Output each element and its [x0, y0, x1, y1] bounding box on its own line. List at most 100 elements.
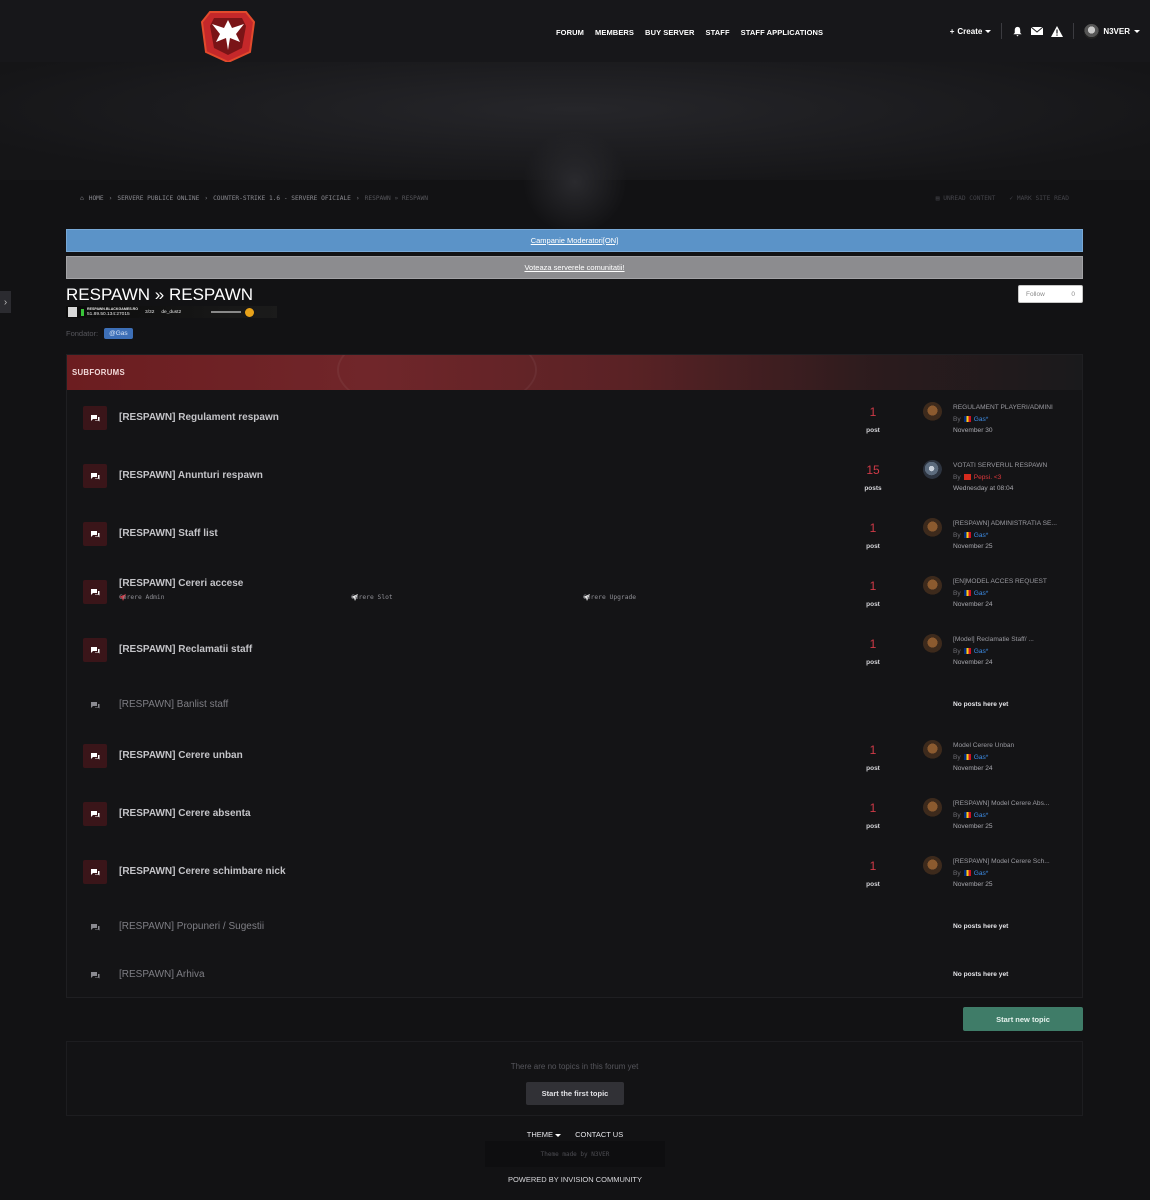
site-logo[interactable]: [196, 6, 260, 64]
mark-site-read-link[interactable]: ✓ MARK SITE READ: [1009, 195, 1069, 202]
avatar[interactable]: [923, 402, 942, 421]
post-count-number: 1: [869, 521, 877, 535]
chat-bubbles-icon[interactable]: [83, 915, 107, 939]
bell-icon[interactable]: [1012, 26, 1023, 37]
child-forum-cerere-upgrade[interactable]: Cerere Upgrade: [583, 594, 636, 601]
chat-bubbles-icon[interactable]: [83, 464, 107, 488]
author-name[interactable]: Gas*: [974, 810, 989, 822]
avatar[interactable]: [923, 518, 942, 537]
fondator-badge[interactable]: @Gas: [104, 328, 133, 339]
author-name[interactable]: Gas*: [974, 646, 989, 658]
last-post-topic[interactable]: [RESPAWN] Model Cerere Sch...: [953, 856, 1073, 868]
last-post-topic[interactable]: [Model] Reclamatie Staff/ ...: [953, 634, 1073, 646]
powered-by[interactable]: POWERED BY INVISION COMMUNITY: [0, 1175, 1150, 1184]
nav-staff-applications[interactable]: STAFF APPLICATIONS: [741, 28, 824, 37]
nav-buy-server[interactable]: BUY SERVER: [645, 28, 695, 37]
author-name[interactable]: Gas*: [974, 588, 989, 600]
chevron-down-icon: [985, 29, 992, 33]
post-count-number: 1: [869, 801, 877, 815]
chevron-right-icon[interactable]: ›: [0, 291, 11, 313]
last-post-topic[interactable]: VOTATI SERVERUL RESPAWN: [953, 460, 1073, 472]
last-post-date: November 24: [953, 601, 993, 608]
nav-forum[interactable]: FORUM: [556, 28, 584, 37]
subforum-title[interactable]: [RESPAWN] Staff list: [119, 528, 218, 539]
subforum-title[interactable]: [RESPAWN] Propuneri / Sugestii: [119, 921, 264, 932]
avatar[interactable]: [923, 634, 942, 653]
subforum-title[interactable]: [RESPAWN] Cereri accese: [119, 578, 243, 589]
chat-bubbles-icon[interactable]: [83, 693, 107, 717]
subforum-title[interactable]: [RESPAWN] Reclamatii staff: [119, 644, 252, 655]
nav-staff[interactable]: STAFF: [706, 28, 730, 37]
subforum-title[interactable]: [RESPAWN] Regulament respawn: [119, 412, 279, 423]
last-post-topic[interactable]: REGULAMENT PLAYERI/ADMINI: [953, 402, 1073, 414]
divider: [1001, 23, 1003, 39]
avatar[interactable]: [923, 856, 942, 875]
chat-bubbles-icon[interactable]: [83, 638, 107, 662]
create-button[interactable]: + Create: [950, 27, 992, 36]
theme-menu[interactable]: THEME: [526, 1130, 562, 1139]
server-status-banner[interactable]: RESPAWN.BLACKGAMES.RO 51.89.50.134:27015 …: [66, 306, 277, 318]
fondator-line: Fondator: @Gas: [66, 328, 133, 339]
user-menu[interactable]: N3VER: [1084, 23, 1140, 39]
subforum-title[interactable]: [RESPAWN] Arhiva: [119, 969, 205, 980]
avatar[interactable]: [923, 576, 942, 595]
home-icon: ⌂: [80, 194, 84, 202]
nav-members[interactable]: MEMBERS: [595, 28, 634, 37]
last-post-topic[interactable]: [RESPAWN] Model Cerere Abs...: [953, 798, 1073, 810]
by-label: By: [953, 589, 961, 597]
theme-label: THEME: [526, 1130, 554, 1139]
subforum-title[interactable]: [RESPAWN] Cerere schimbare nick: [119, 866, 286, 877]
voteaza-serverele-link[interactable]: Voteaza serverele comunitatii!: [524, 263, 624, 272]
chat-bubbles-icon[interactable]: [83, 406, 107, 430]
child-forum-cerere-slot[interactable]: Cerere Slot: [351, 594, 393, 601]
theme-credit: Theme made by N3VER: [485, 1141, 665, 1167]
last-post-topic[interactable]: Model Cerere Unban: [953, 740, 1073, 752]
campanie-moderatori-link[interactable]: Campanie Moderatori[ON]: [531, 236, 619, 245]
last-post-topic[interactable]: [RESPAWN] ADMINISTRATIA SE...: [953, 518, 1073, 530]
start-new-topic-button[interactable]: Start new topic: [963, 1007, 1083, 1031]
subforum-title[interactable]: [RESPAWN] Anunturi respawn: [119, 470, 263, 481]
subforum-title[interactable]: [RESPAWN] Banlist staff: [119, 699, 228, 710]
by-label: By: [953, 647, 961, 655]
chat-bubbles-icon[interactable]: [83, 802, 107, 826]
warning-icon[interactable]: [1051, 25, 1064, 37]
author-name[interactable]: Gas*: [974, 530, 989, 542]
follow-button[interactable]: Follow 0: [1018, 285, 1083, 303]
author-name[interactable]: Gas*: [974, 414, 989, 426]
server-players: 3/32: [145, 309, 155, 315]
last-post-topic[interactable]: [EN]MODEL ACCES REQUEST: [953, 576, 1073, 588]
breadcrumb-current: RESPAWN » RESPAWN: [364, 194, 428, 202]
breadcrumb-servere-publice[interactable]: SERVERE PUBLICE ONLINE: [117, 195, 199, 202]
plus-icon: +: [949, 26, 955, 36]
no-posts-text: No posts here yet: [953, 971, 1009, 978]
user-bar: + Create N3VER: [950, 22, 1140, 40]
breadcrumb-home[interactable]: HOME: [89, 195, 104, 202]
by-label: By: [953, 415, 961, 423]
server-bar: [211, 311, 242, 313]
subforum-title[interactable]: [RESPAWN] Cerere absenta: [119, 808, 251, 819]
avatar[interactable]: [923, 798, 942, 817]
start-first-topic-button[interactable]: Start the first topic: [526, 1082, 624, 1105]
avatar[interactable]: [923, 460, 942, 479]
author-name[interactable]: Gas*: [974, 752, 989, 764]
main-nav: FORUM MEMBERS BUY SERVER STAFF STAFF APP…: [556, 28, 823, 37]
check-icon: ✓: [1009, 194, 1017, 202]
chat-bubbles-icon[interactable]: [83, 522, 107, 546]
chat-bubbles-icon[interactable]: [83, 580, 107, 604]
follow-label: Follow: [1026, 290, 1045, 298]
child-forum-cerere-admin[interactable]: Cerere Admin: [119, 594, 165, 601]
contact-us-link[interactable]: CONTACT US: [575, 1130, 623, 1139]
chat-bubbles-icon[interactable]: [83, 963, 107, 987]
unread-content-link[interactable]: ▤ UNREAD CONTENT: [936, 195, 996, 202]
subforum-title[interactable]: [RESPAWN] Cerere unban: [119, 750, 243, 761]
no-posts-text: No posts here yet: [953, 701, 1009, 708]
author-name[interactable]: Pepsi. <3: [974, 472, 1002, 484]
chat-bubbles-icon[interactable]: [83, 744, 107, 768]
envelope-icon[interactable]: [1031, 26, 1044, 36]
breadcrumb-cs16[interactable]: COUNTER-STRIKE 1.6 - SERVERE OFICIALE: [213, 195, 351, 202]
avatar[interactable]: [923, 740, 942, 759]
post-count-number: 1: [869, 579, 877, 593]
author-name[interactable]: Gas*: [974, 868, 989, 880]
subforum-row-staff-list: [RESPAWN] Staff list 1 post [RESPAWN] ADM…: [67, 509, 1082, 567]
chat-bubbles-icon[interactable]: [83, 860, 107, 884]
